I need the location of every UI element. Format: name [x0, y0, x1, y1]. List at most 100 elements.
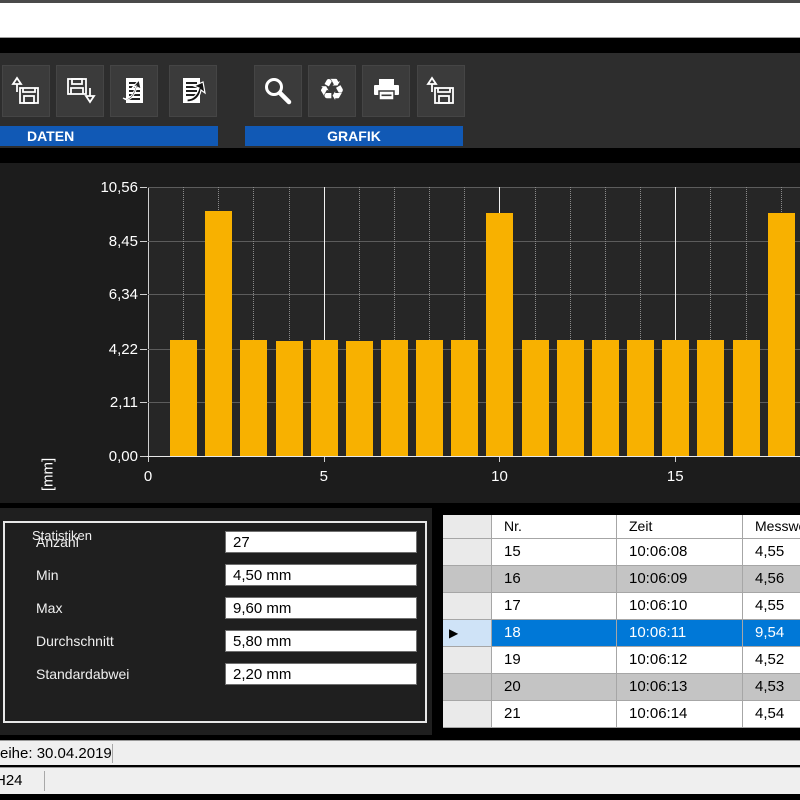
row-header-cell: ▶	[443, 620, 492, 647]
table-row-16[interactable]: 1610:06:094,56	[443, 566, 800, 593]
cell: 10:06:14	[617, 701, 743, 728]
cell: 19	[492, 647, 617, 674]
cell: 10:06:13	[617, 674, 743, 701]
row-header-cell	[443, 566, 492, 593]
print-button[interactable]	[362, 65, 410, 117]
stat-input-durchschnitt[interactable]	[225, 630, 417, 652]
h-gridline	[148, 241, 800, 242]
column-header-messwert[interactable]: Messwert	[743, 515, 800, 539]
toolbar-group-label-grafik: GRAFIK	[245, 126, 463, 146]
cell: 16	[492, 566, 617, 593]
table-row-18[interactable]: ▶1810:06:119,54	[443, 620, 800, 647]
x-axis-tick	[675, 457, 676, 462]
y-axis-tick	[140, 241, 147, 242]
y-axis-tick	[140, 402, 147, 403]
row-header-cell	[443, 674, 492, 701]
magnifier-icon	[262, 75, 294, 107]
zoom-button[interactable]	[254, 65, 302, 117]
stat-label-anzahl: Anzahl	[36, 534, 79, 550]
bar-nr-9	[451, 340, 478, 456]
h-gridline	[148, 294, 800, 295]
cell: 10:06:08	[617, 539, 743, 566]
statusbar-2: H24	[0, 767, 800, 794]
bar-nr-2	[205, 211, 232, 456]
stat-input-anzahl[interactable]	[225, 531, 417, 553]
report-button[interactable]	[110, 65, 158, 117]
export-report-button[interactable]	[169, 65, 217, 117]
save-graphic-button[interactable]	[417, 65, 465, 117]
floppy-arrow-down-icon	[64, 75, 96, 107]
statusbar-series-date: eihe: 30.04.2019	[0, 741, 112, 766]
stat-label-min: Min	[36, 567, 59, 583]
measurement-table: Nr.ZeitMesswert1510:06:084,551610:06:094…	[443, 515, 800, 731]
bar-nr-12	[557, 340, 584, 456]
x-axis-tick	[499, 457, 500, 462]
bar-nr-16	[697, 340, 724, 456]
y-axis-unit-label: [mm]	[40, 443, 57, 507]
bar-nr-7	[381, 340, 408, 456]
stat-input-max[interactable]	[225, 597, 417, 619]
table-row-15[interactable]: 1510:06:084,55	[443, 539, 800, 566]
column-header-nr[interactable]: Nr.	[492, 515, 617, 539]
row-header-cell	[443, 593, 492, 620]
y-tick-label: 8,45	[86, 233, 138, 250]
cell: 4,55	[743, 539, 800, 566]
table-row-21[interactable]: 2110:06:144,54	[443, 701, 800, 728]
y-tick-label: 6,34	[86, 286, 138, 303]
y-axis-tick	[140, 456, 147, 457]
bar-nr-1	[170, 340, 197, 456]
statusbar-separator	[112, 744, 113, 763]
table-row-19[interactable]: 1910:06:124,52	[443, 647, 800, 674]
cell: 10:06:12	[617, 647, 743, 674]
bar-nr-8	[416, 340, 443, 456]
h-gridline	[148, 187, 800, 188]
bar-nr-4	[276, 341, 303, 456]
x-tick-label: 10	[477, 468, 521, 485]
floppy-arrow-up-icon	[425, 75, 457, 107]
statusbar-device: H24	[0, 768, 23, 794]
cell: 21	[492, 701, 617, 728]
cell: 10:06:10	[617, 593, 743, 620]
document-export-icon	[177, 75, 209, 107]
cell: 17	[492, 593, 617, 620]
bar-nr-14	[627, 340, 654, 456]
cell: 4,53	[743, 674, 800, 701]
table-row-17[interactable]: 1710:06:104,55	[443, 593, 800, 620]
bar-nr-6	[346, 341, 373, 456]
floppy-arrow-up-icon	[10, 75, 42, 107]
cell: 20	[492, 674, 617, 701]
printer-icon	[369, 75, 403, 107]
table-corner-cell[interactable]	[443, 515, 492, 539]
row-header-cell	[443, 647, 492, 674]
x-axis-tick	[324, 457, 325, 462]
column-header-zeit[interactable]: Zeit	[617, 515, 743, 539]
bar-nr-10	[486, 213, 513, 456]
y-tick-label: 10,56	[86, 179, 138, 196]
statistics-panel: Statistiken AnzahlMinMaxDurchschnittStan…	[0, 508, 432, 735]
bar-nr-15	[662, 340, 689, 456]
x-axis-line	[147, 456, 800, 457]
x-axis-tick	[148, 457, 149, 462]
row-header-cell	[443, 701, 492, 728]
save-data-button[interactable]	[56, 65, 104, 117]
cell: 9,54	[743, 620, 800, 647]
row-header-cell	[443, 539, 492, 566]
stat-input-standardabwei[interactable]	[225, 663, 417, 685]
stat-input-min[interactable]	[225, 564, 417, 586]
refresh-button[interactable]: ♻	[308, 65, 356, 117]
table-row-20[interactable]: 2010:06:134,53	[443, 674, 800, 701]
recycle-icon: ♻	[319, 76, 346, 106]
bar-nr-18	[768, 213, 795, 456]
x-tick-label: 15	[653, 468, 697, 485]
app-window: ♻ DATEN GRAFIK [mm] 0,002,114,226,348,45…	[0, 0, 800, 800]
toolbar: ♻ DATEN GRAFIK	[0, 53, 800, 148]
cell: 10:06:11	[617, 620, 743, 647]
load-data-button[interactable]	[2, 65, 50, 117]
cell: 4,54	[743, 701, 800, 728]
y-tick-label: 0,00	[86, 448, 138, 465]
measurement-bar-chart: [mm] 0,002,114,226,348,4510,56051015	[0, 163, 800, 503]
table-header-row: Nr.ZeitMesswert	[443, 515, 800, 539]
cell: 4,56	[743, 566, 800, 593]
bar-nr-5	[311, 340, 338, 456]
cell: 4,52	[743, 647, 800, 674]
